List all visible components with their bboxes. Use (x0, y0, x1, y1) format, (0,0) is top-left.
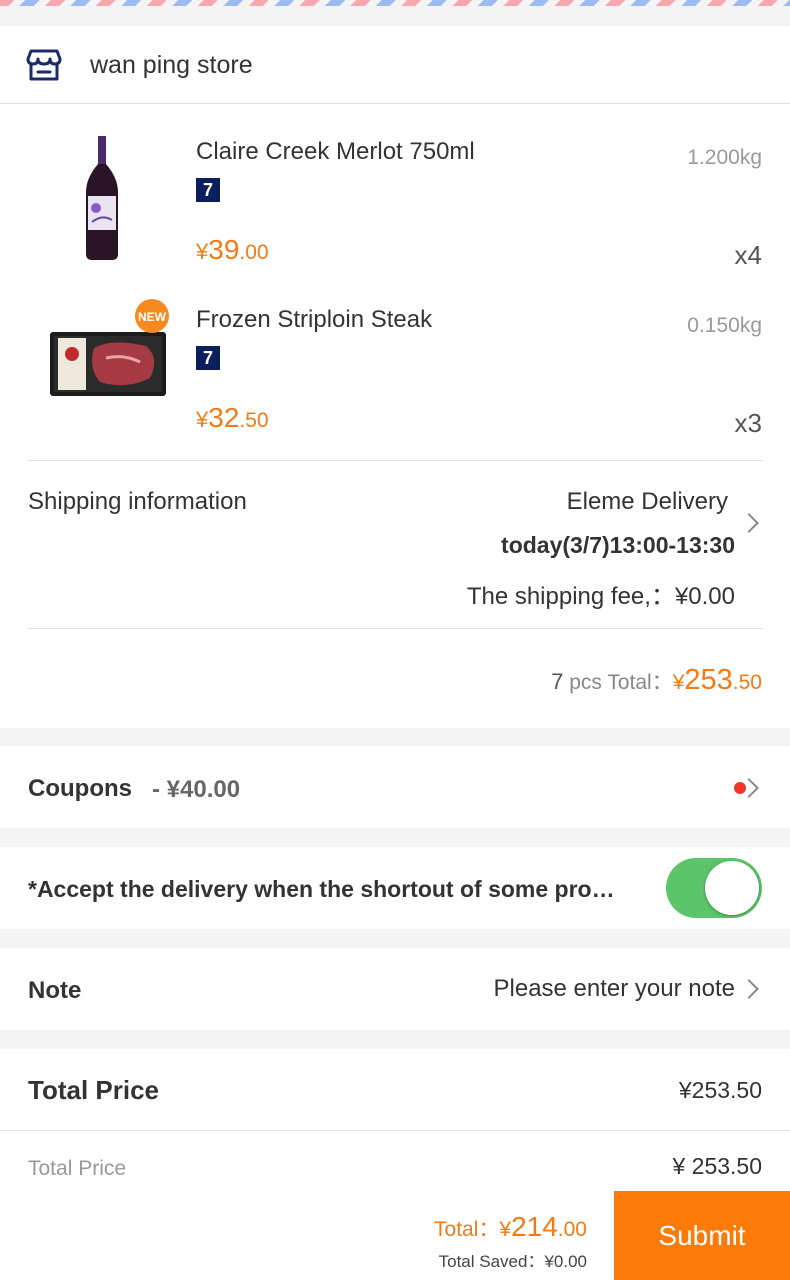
toggle-knob (705, 861, 759, 915)
note-row[interactable]: Note Please enter your note (0, 948, 790, 1030)
note-label: Note (28, 977, 82, 1004)
coupons-row[interactable]: Coupons - ¥40.00 (0, 746, 790, 828)
total-price-value: ¥253.50 (678, 1077, 762, 1103)
shipping-time: today(3/7)13:00-13:30 (501, 532, 735, 558)
accept-shortage-toggle[interactable] (666, 858, 762, 918)
item-price: ¥39.00 (196, 234, 269, 265)
chevron-right-icon (739, 979, 759, 999)
subtotal: 7 pcs Total：¥253.50 (551, 664, 762, 696)
airmail-stripe (0, 0, 790, 6)
total-price-label: Total Price (28, 1075, 160, 1105)
chevron-right-icon (739, 513, 759, 533)
store-7-badge: 7 (196, 346, 220, 370)
wine-bottle-image (86, 136, 118, 260)
steak-package-image: NEW (50, 299, 169, 396)
store-icon (26, 49, 62, 81)
shipping-fee: The shipping fee,：¥0.00 (466, 583, 735, 610)
chevron-right-icon (739, 778, 759, 798)
accept-shortage-label: *Accept the delivery when the shortout o… (28, 876, 615, 902)
item-weight: 0.150kg (687, 314, 762, 337)
shipping-label: Shipping information (28, 488, 247, 515)
coupons-label: Coupons (28, 775, 132, 802)
item-price: ¥32.50 (196, 402, 269, 433)
store-name: wan ping store (90, 51, 253, 79)
item-weight: 1.200kg (687, 146, 762, 169)
note-input[interactable]: Please enter your note (494, 975, 736, 1003)
divider (28, 628, 763, 629)
total-price-row: Total Price ¥253.50 (0, 1049, 790, 1130)
bottom-total-price-value: ¥ 253.50 (672, 1153, 762, 1179)
submit-button[interactable]: Submit (614, 1191, 790, 1280)
accept-shortage-row: *Accept the delivery when the shortout o… (0, 847, 790, 929)
item-name: Claire Creek Merlot 750ml (196, 138, 475, 165)
divider (28, 460, 763, 461)
coupon-amount: - ¥40.00 (152, 776, 241, 803)
checkout-bar: Total Price ¥ 253.50 Total：¥214.00 Total… (0, 1130, 790, 1280)
total-saved: Total Saved：¥0.00 (438, 1252, 587, 1271)
store-header[interactable]: wan ping store (0, 26, 790, 104)
cart-item-steak[interactable]: NEW Frozen Striploin Steak 7 0.150kg ¥32… (0, 298, 790, 466)
item-quantity: x3 (734, 408, 762, 438)
new-badge: NEW (138, 310, 167, 324)
store-card: wan ping store Claire Creek Merlot 750ml… (0, 26, 790, 728)
shipping-carrier: Eleme Delivery (566, 488, 728, 515)
store-7-badge: 7 (196, 178, 220, 202)
grand-total: Total：¥214.00 (434, 1211, 587, 1242)
bottom-total-price-label: Total Price (28, 1157, 127, 1180)
item-quantity: x4 (734, 240, 762, 270)
cart-item-merlot[interactable]: Claire Creek Merlot 750ml 7 1.200kg ¥39.… (0, 130, 790, 298)
item-name: Frozen Striploin Steak (196, 306, 433, 333)
